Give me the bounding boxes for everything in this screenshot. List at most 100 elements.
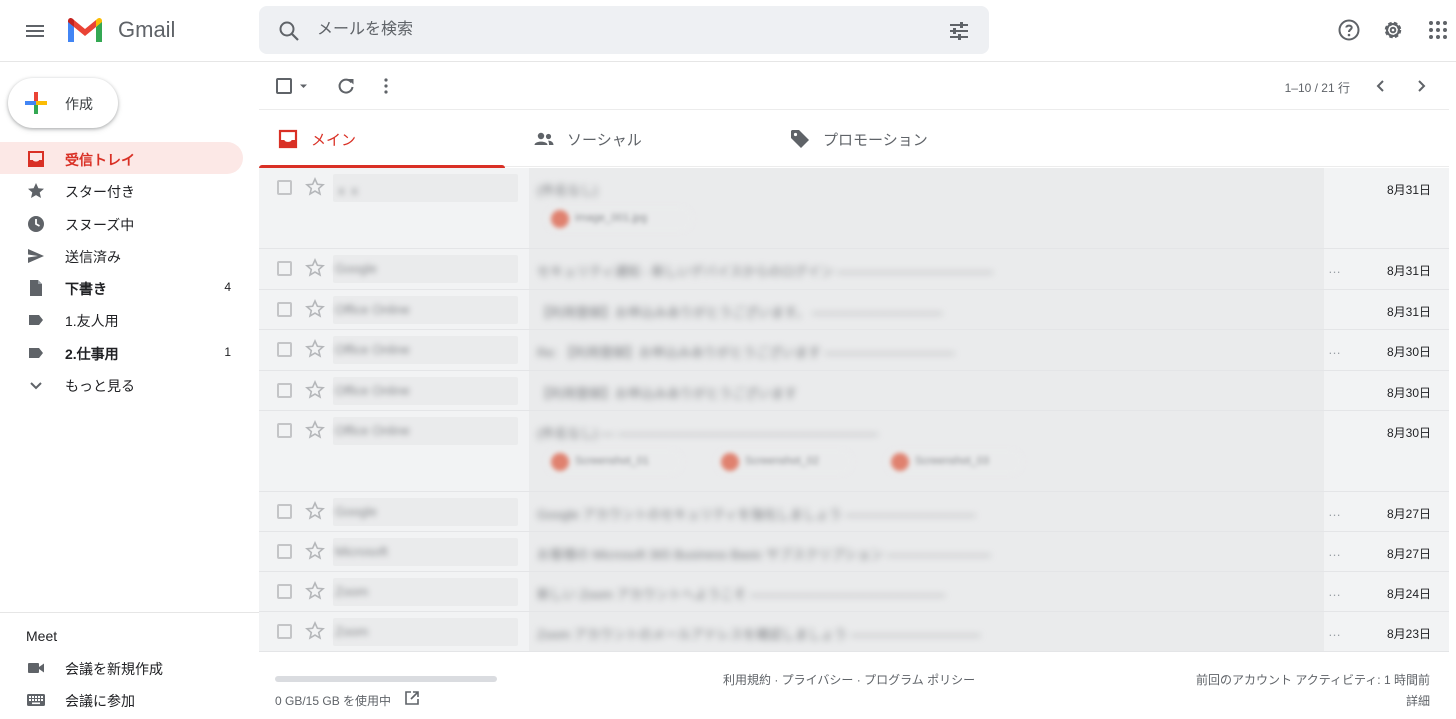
keyboard-icon	[27, 694, 45, 706]
email-sender: Microsoft	[335, 544, 388, 559]
row-checkbox[interactable]	[277, 584, 292, 599]
meet-new-meeting[interactable]: 会議を新規作成	[0, 652, 259, 684]
sidebar-item-label: スヌーズ中	[65, 216, 135, 233]
details-link[interactable]: 詳細	[1406, 692, 1430, 709]
apps-grid-icon[interactable]	[1426, 18, 1450, 42]
email-sender: Office Online	[335, 423, 410, 438]
table-row[interactable]: Microsoft お客様の Microsoft 365 Business Ba…	[259, 532, 1449, 572]
attachment-chip[interactable]: Screenshot_03	[885, 449, 1023, 475]
email-sender: Google	[335, 261, 377, 276]
sidebar-item-label: 送信済み	[65, 248, 121, 265]
row-checkbox[interactable]	[277, 301, 292, 317]
storage-usage-bar	[275, 676, 497, 682]
sidebar-item-starred[interactable]: スター付き	[0, 174, 243, 206]
attachment-name: image_001.jpg	[575, 212, 648, 224]
email-sender: Office Online	[335, 382, 410, 398]
star-outline-icon[interactable]	[305, 420, 325, 440]
table-row[interactable]: Office Online 【利用登録】お申込みありがとうございます。 ――――…	[259, 289, 1449, 330]
search-options-icon[interactable]	[947, 19, 971, 43]
gmail-brand-text[interactable]: Gmail	[118, 17, 175, 43]
compose-button[interactable]: 作成	[8, 78, 118, 128]
star-outline-icon[interactable]	[305, 541, 325, 561]
table-row[interactable]: Zoom 新しい Zoom アカウントへようこそ ―――――――――――――――…	[259, 572, 1449, 612]
footer-policy-links[interactable]: 利用規約 · プライバシー · プログラム ポリシー	[723, 671, 975, 688]
inbox-icon	[278, 129, 298, 149]
row-checkbox[interactable]	[277, 382, 292, 398]
tab-label: メイン	[311, 132, 357, 149]
email-snippet: Re: 【利用登録】お申込みありがとうございます ――――――――――	[537, 345, 955, 360]
star-outline-icon[interactable]	[305, 258, 325, 278]
send-icon	[28, 248, 44, 263]
gmail-logo-icon[interactable]	[66, 16, 104, 44]
people-icon	[534, 132, 554, 145]
sidebar-item-label-work[interactable]: 2.仕事用 1	[0, 336, 243, 368]
table-row[interactable]: Google セキュリティ通知 - 新しいデバイスからのログイン ―――――――…	[259, 249, 1449, 290]
meet-section-title: Meet	[26, 628, 58, 644]
row-checkbox[interactable]	[277, 342, 292, 357]
row-checkbox[interactable]	[277, 261, 292, 276]
sidebar-nav: 受信トレイ スター付き スヌーズ中 送信済み 下書き 4 1.友人用 2.仕事用…	[0, 142, 259, 400]
attachment-chip[interactable]: Screenshot_01	[545, 449, 683, 475]
truncation-dots: …	[1328, 624, 1341, 639]
sidebar-item-snoozed[interactable]: スヌーズ中	[0, 207, 243, 239]
meet-divider	[0, 612, 259, 613]
chevron-left-icon[interactable]	[1371, 76, 1391, 96]
star-outline-icon[interactable]	[305, 379, 325, 400]
tab-promotions[interactable]: プロモーション	[771, 110, 1017, 167]
chevron-right-icon[interactable]	[1411, 76, 1431, 96]
star-outline-icon[interactable]	[305, 501, 325, 521]
attachment-chip[interactable]: image_001.jpg	[545, 206, 693, 232]
refresh-icon[interactable]	[336, 76, 356, 96]
attachment-name: Screenshot_02	[745, 455, 819, 467]
sidebar-item-sent[interactable]: 送信済み	[0, 239, 243, 271]
help-icon[interactable]	[1337, 18, 1361, 42]
menu-icon[interactable]	[24, 21, 46, 41]
open-in-new-icon[interactable]	[404, 690, 420, 706]
sidebar-item-drafts[interactable]: 下書き 4	[0, 271, 243, 303]
settings-gear-icon[interactable]	[1381, 18, 1405, 42]
row-checkbox[interactable]	[277, 504, 292, 519]
star-outline-icon[interactable]	[305, 581, 325, 601]
sidebar-item-more[interactable]: もっと見る	[0, 368, 243, 400]
select-all-checkbox[interactable]	[275, 76, 311, 96]
tab-primary[interactable]: メイン	[259, 110, 505, 168]
email-sender: Google	[335, 504, 377, 519]
table-row[interactable]: Office Online 【利用登録】お申込みありがとうございます 8月30日	[259, 370, 1449, 411]
search-bar[interactable]	[259, 6, 989, 54]
truncation-dots: …	[1328, 504, 1341, 519]
row-checkbox[interactable]	[277, 624, 292, 639]
email-date: 8月27日	[1386, 547, 1431, 561]
row-checkbox[interactable]	[277, 180, 292, 195]
tab-social[interactable]: ソーシャル	[515, 110, 761, 167]
top-bar: Gmail	[0, 0, 1456, 62]
image-icon	[891, 453, 909, 471]
attachment-chip[interactable]: Screenshot_02	[715, 449, 853, 475]
sidebar-item-label-friends[interactable]: 1.友人用	[0, 303, 243, 335]
email-snippet: 【利用登録】お申込みありがとうございます。 ――――――――――	[537, 304, 943, 320]
table-row[interactable]: Office Online (件名なし) ― ―――――――――――――――――…	[259, 411, 1449, 492]
star-outline-icon[interactable]	[305, 298, 325, 319]
table-row[interactable]: ｘｘ (件名なし) 8月31日 image_001.jpg	[259, 168, 1449, 249]
table-row[interactable]: Google Google アカウントのセキュリティを強化しましょう ―――――…	[259, 492, 1449, 532]
search-input[interactable]	[317, 6, 917, 54]
chevron-down-icon	[30, 382, 42, 390]
sidebar-item-inbox[interactable]: 受信トレイ	[0, 142, 243, 175]
star-outline-icon[interactable]	[305, 339, 325, 359]
email-snippet: 【利用登録】お申込みありがとうございます	[537, 385, 798, 401]
meet-join-meeting[interactable]: 会議に参加	[0, 684, 259, 716]
email-date: 8月27日	[1386, 507, 1431, 521]
star-outline-icon[interactable]	[305, 621, 325, 641]
storage-usage-text: 0 GB/15 GB を使用中	[275, 694, 392, 708]
label-icon	[29, 347, 43, 358]
row-checkbox[interactable]	[277, 544, 292, 559]
table-row[interactable]: Zoom Zoom アカウントのメールアドレスを確認しましょう ――――――――…	[259, 612, 1449, 652]
row-checkbox[interactable]	[277, 423, 292, 438]
star-outline-icon[interactable]	[305, 177, 325, 197]
email-sender: Office Online	[335, 301, 410, 317]
truncation-dots: …	[1328, 342, 1341, 357]
category-tabs: メイン ソーシャル プロモーション	[259, 110, 1449, 168]
search-icon[interactable]	[277, 19, 301, 43]
more-vert-icon[interactable]	[376, 76, 396, 96]
clock-icon	[28, 215, 44, 232]
table-row[interactable]: Office Online Re: 【利用登録】お申込みありがとうございます ―…	[259, 330, 1449, 371]
